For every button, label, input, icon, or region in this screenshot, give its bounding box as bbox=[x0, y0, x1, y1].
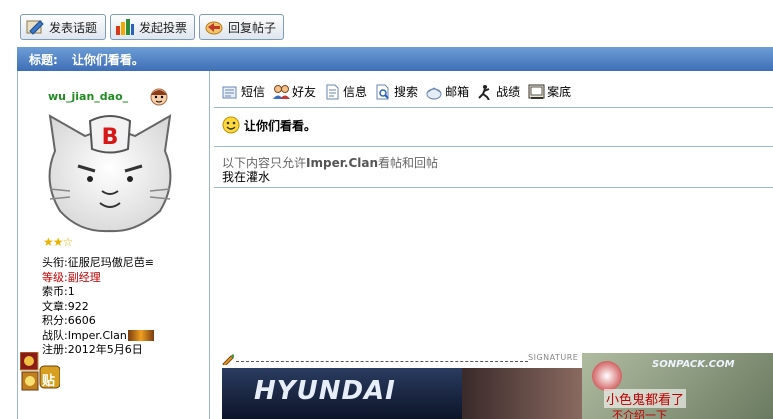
message-icon bbox=[222, 84, 238, 100]
signature-image-text: HYUNDAI bbox=[254, 376, 396, 406]
user-info: 头衔:征服尼玛傲尼芭≌ 等级:副经理 索币:1 文章:922 积分:6606 战… bbox=[42, 256, 154, 358]
reply-button[interactable]: 回复帖子 bbox=[199, 14, 284, 40]
ad-caption-2: 不介绍一下 bbox=[612, 409, 667, 419]
signature-pencil-icon bbox=[222, 353, 235, 368]
action-search[interactable]: 搜索 bbox=[375, 83, 418, 100]
smiley-icon bbox=[222, 116, 240, 134]
action-friends[interactable]: 好友 bbox=[273, 83, 316, 100]
ad-caption: 小色鬼都看了 bbox=[604, 389, 687, 408]
team-badge-icon bbox=[127, 330, 154, 341]
post-body: 我在灌水 bbox=[222, 170, 271, 184]
team-link[interactable]: Imper.Clan bbox=[68, 329, 127, 342]
title-label: 标题: bbox=[29, 52, 58, 67]
divider bbox=[214, 187, 773, 188]
floating-ad[interactable]: SONPACK.COM 小色鬼都看了 不介绍一下 bbox=[582, 353, 773, 419]
user-level-row: 等级:副经理 bbox=[42, 270, 101, 284]
username-link[interactable]: wu_jian_dao_ bbox=[48, 90, 128, 103]
new-topic-label: 发表话题 bbox=[49, 20, 98, 35]
stats-icon bbox=[477, 84, 493, 101]
signature-image: HYUNDAI bbox=[222, 368, 582, 419]
reply-icon bbox=[204, 18, 224, 36]
action-message[interactable]: 短信 bbox=[222, 83, 265, 100]
action-record[interactable]: 案底 bbox=[528, 83, 571, 100]
post: wu_jian_dao_ B ★★☆ 头衔:征服尼玛傲尼芭≌ 等级:副经理 索币… bbox=[17, 71, 773, 419]
user-team-row: 战队:Imper.Clan bbox=[42, 329, 154, 344]
ad-brand: SONPACK.COM bbox=[652, 359, 735, 370]
post-toolbar: 发表话题 发起投票 回复帖子 bbox=[0, 0, 773, 46]
post-title: 让你们看看。 bbox=[222, 116, 316, 134]
badge-label: 贴 bbox=[42, 374, 56, 389]
bar-chart-icon bbox=[115, 18, 135, 36]
info-icon bbox=[324, 84, 340, 100]
mail-icon bbox=[426, 84, 442, 100]
new-topic-button[interactable]: 发表话题 bbox=[20, 14, 106, 40]
search-icon bbox=[375, 84, 391, 100]
pencil-icon bbox=[25, 18, 45, 36]
user-mini-avatar bbox=[148, 85, 170, 107]
action-mail[interactable]: 邮箱 bbox=[426, 83, 469, 100]
user-title-row: 头衔:征服尼玛傲尼芭≌ bbox=[42, 256, 154, 269]
user-avatar[interactable]: B bbox=[40, 111, 180, 236]
action-info[interactable]: 信息 bbox=[324, 83, 367, 100]
reply-label: 回复帖子 bbox=[228, 20, 277, 35]
svg-text:B: B bbox=[102, 125, 119, 150]
friends-icon bbox=[273, 84, 291, 100]
user-points-row: 积分:6606 bbox=[42, 314, 96, 327]
rank-stars: ★★☆ bbox=[43, 235, 73, 249]
new-poll-button[interactable]: 发起投票 bbox=[110, 14, 195, 40]
signature-label: SIGNATURE bbox=[528, 353, 579, 362]
medal-badges: 贴 bbox=[19, 351, 61, 392]
user-posts-row: 文章:922 bbox=[42, 299, 89, 313]
divider bbox=[214, 146, 773, 147]
user-coins-row: 索币:1 bbox=[42, 285, 75, 298]
user-panel: wu_jian_dao_ B ★★☆ 头衔:征服尼玛傲尼芭≌ 等级:副经理 索币… bbox=[18, 71, 210, 419]
divider bbox=[214, 107, 773, 108]
user-action-bar: 短信 好友 信息 搜索 邮箱 战绩 案底 bbox=[222, 83, 579, 101]
signature-divider: SIGNATURE bbox=[222, 353, 580, 367]
thread-title: 让你们看看。 bbox=[71, 52, 144, 67]
ad-logo-icon bbox=[592, 361, 622, 391]
post-content: 短信 好友 信息 搜索 邮箱 战绩 案底 让你们看看。 以下内容只允许Imper… bbox=[210, 71, 773, 419]
action-stats[interactable]: 战绩 bbox=[477, 83, 520, 101]
record-icon bbox=[528, 84, 545, 100]
thread-title-bar: 标题: 让你们看看。 bbox=[17, 47, 773, 71]
new-poll-label: 发起投票 bbox=[139, 20, 188, 35]
